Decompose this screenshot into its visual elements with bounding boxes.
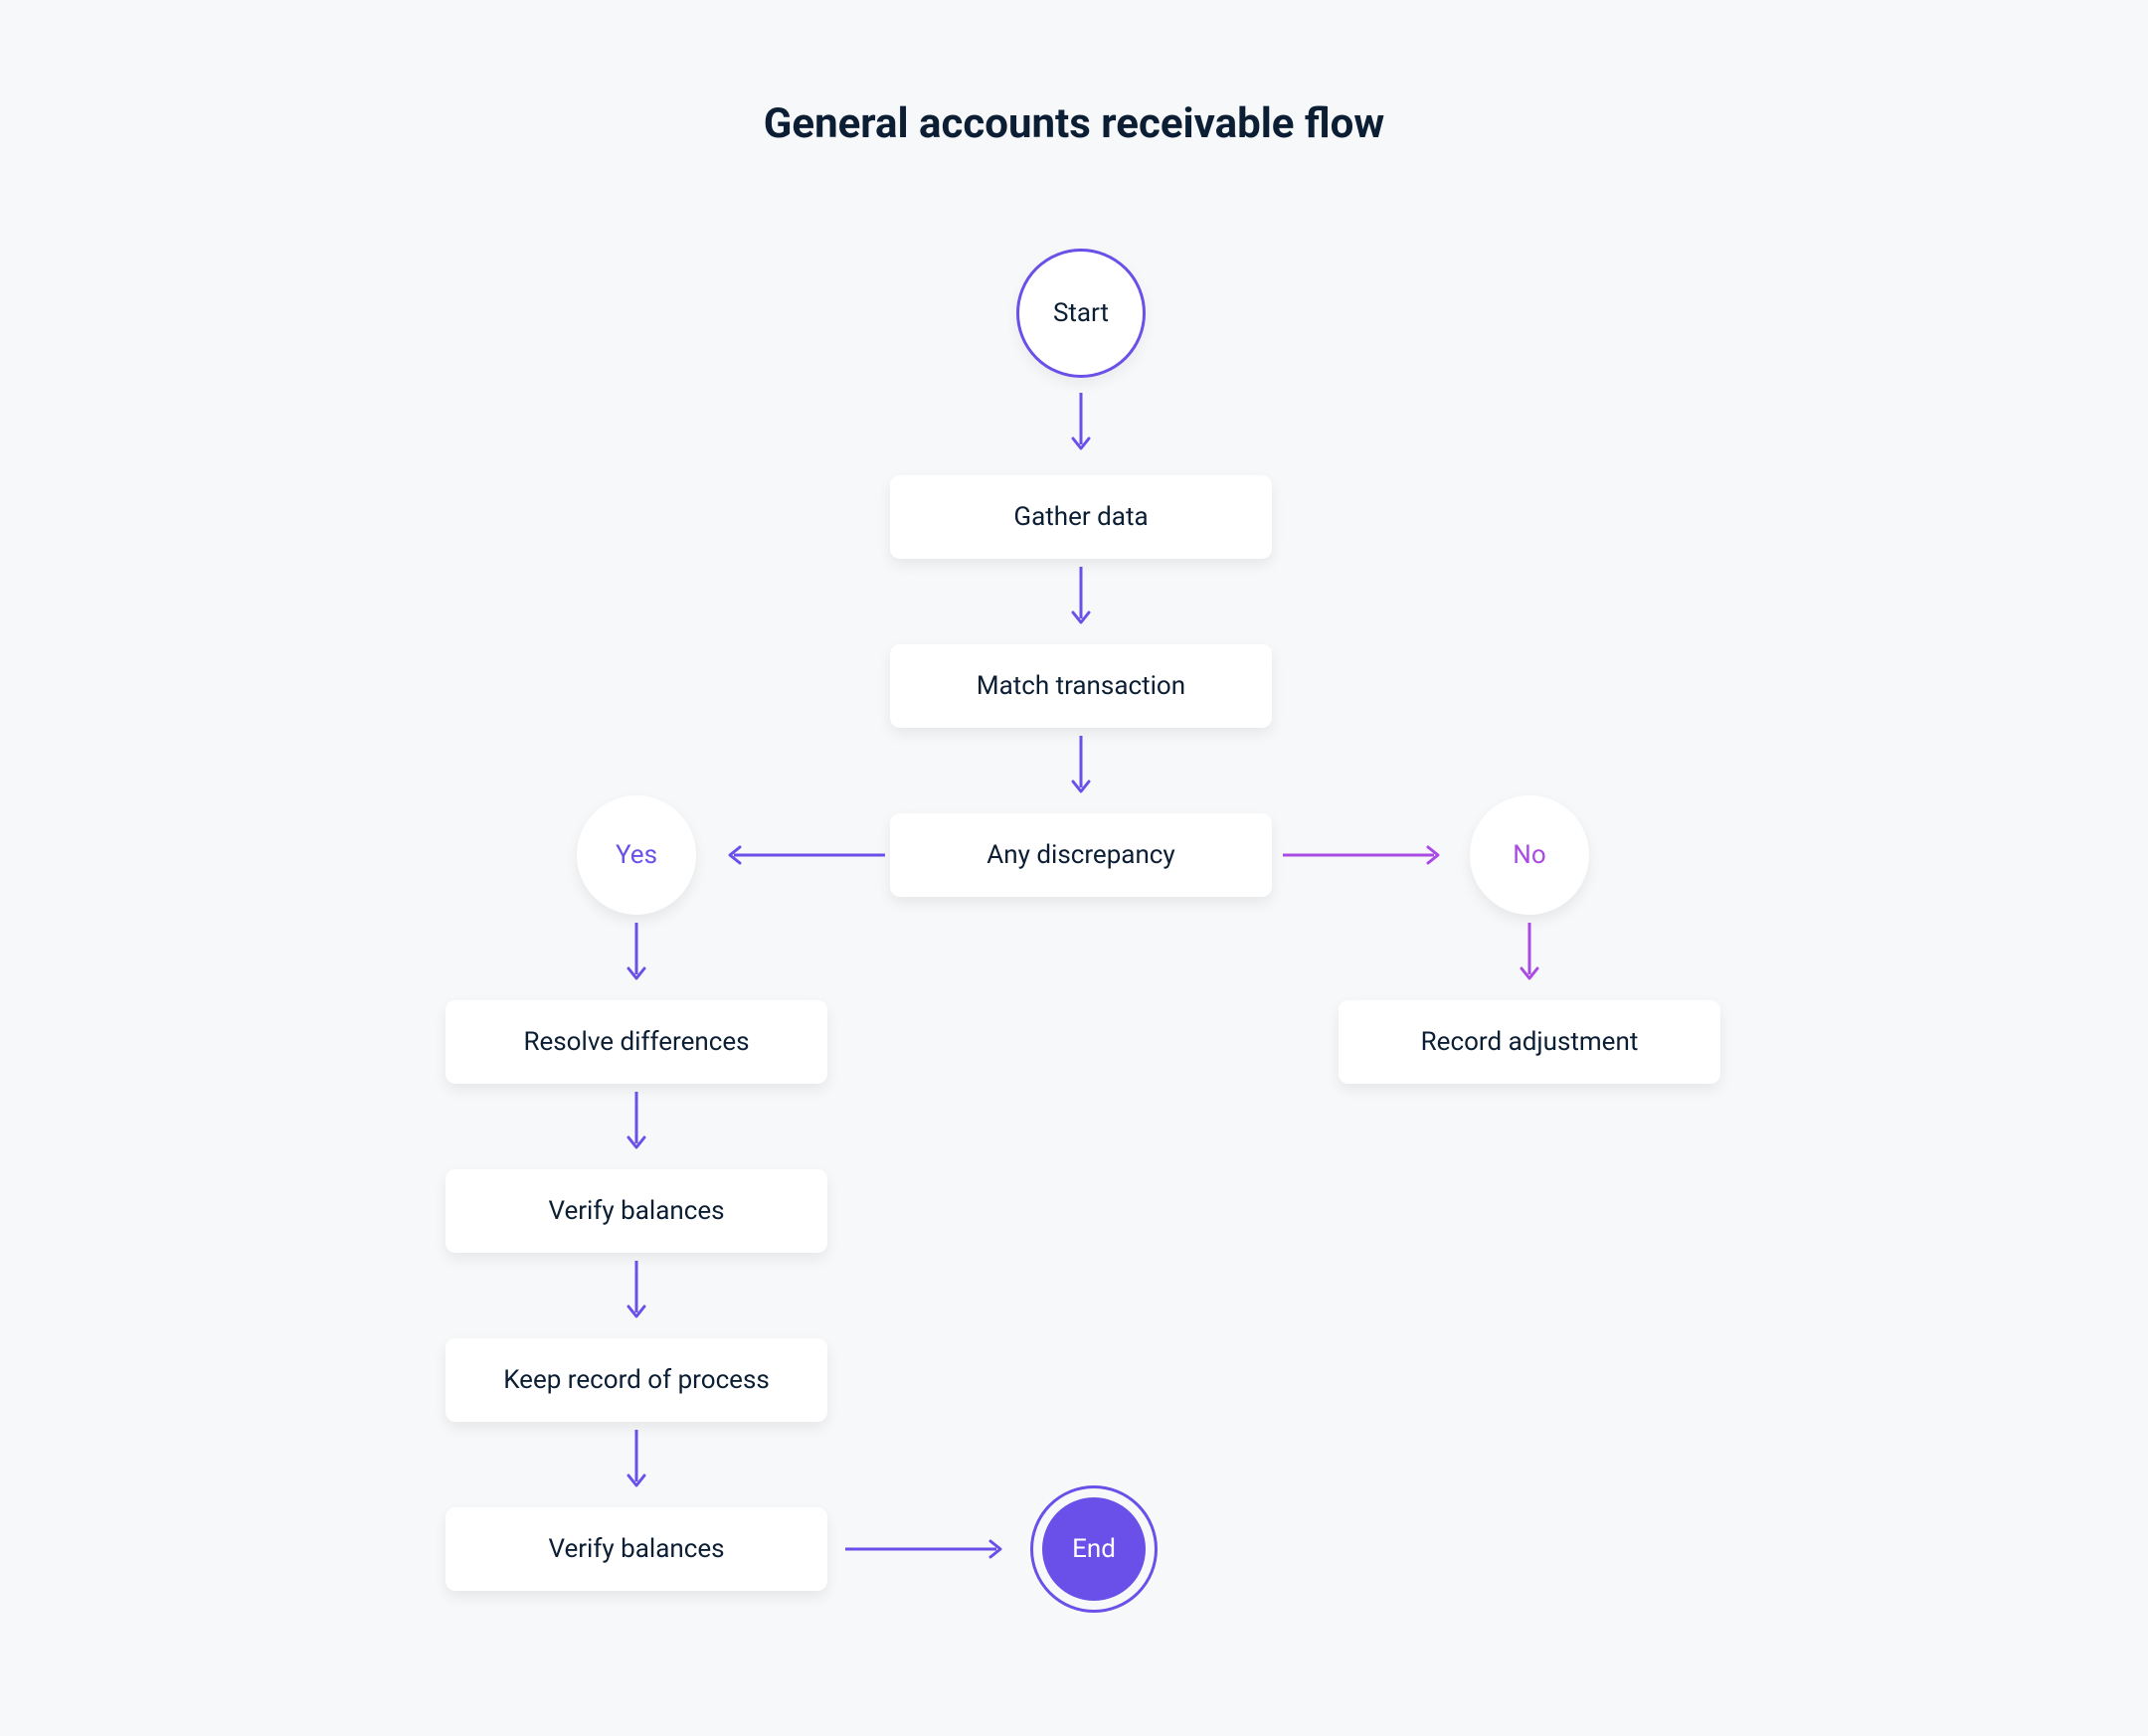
node-yes: Yes (577, 795, 696, 915)
node-record-adjustment-label: Record adjustment (1421, 1027, 1639, 1057)
node-any-discrepancy: Any discrepancy (890, 813, 1272, 897)
node-no: No (1470, 795, 1589, 915)
arrow-verify2-to-end (835, 1539, 1014, 1559)
flowchart-title: General accounts receivable flow (764, 99, 1384, 148)
node-match-transaction: Match transaction (890, 644, 1272, 728)
arrow-verify1-to-keep (626, 1261, 646, 1326)
node-start-label: Start (1053, 298, 1109, 328)
node-any-discrepancy-label: Any discrepancy (986, 840, 1174, 870)
node-verify-balances-1-label: Verify balances (548, 1196, 724, 1226)
node-verify-balances-1: Verify balances (446, 1169, 827, 1253)
node-no-label: No (1513, 840, 1545, 870)
node-gather-data-label: Gather data (1013, 502, 1148, 532)
arrow-discrepancy-to-no (1273, 845, 1452, 865)
node-resolve-differences: Resolve differences (446, 1000, 827, 1084)
node-match-transaction-label: Match transaction (977, 671, 1185, 701)
node-keep-record: Keep record of process (446, 1338, 827, 1422)
arrow-match-to-discrepancy (1071, 736, 1091, 801)
node-record-adjustment: Record adjustment (1339, 1000, 1720, 1084)
node-start: Start (1016, 249, 1146, 378)
arrow-gather-to-match (1071, 567, 1091, 632)
arrow-start-to-gather (1071, 393, 1091, 458)
arrow-yes-to-resolve (626, 923, 646, 988)
node-end-label: End (1072, 1534, 1116, 1564)
node-verify-balances-2-label: Verify balances (548, 1534, 724, 1564)
arrow-keep-to-verify2 (626, 1430, 646, 1495)
node-gather-data: Gather data (890, 475, 1272, 559)
arrow-no-to-record (1520, 923, 1539, 988)
arrow-resolve-to-verify1 (626, 1092, 646, 1157)
node-verify-balances-2: Verify balances (446, 1507, 827, 1591)
node-resolve-differences-label: Resolve differences (523, 1027, 749, 1057)
node-end: End (1030, 1485, 1158, 1613)
arrow-discrepancy-to-yes (716, 845, 895, 865)
node-keep-record-label: Keep record of process (503, 1365, 770, 1395)
node-yes-label: Yes (616, 840, 657, 870)
